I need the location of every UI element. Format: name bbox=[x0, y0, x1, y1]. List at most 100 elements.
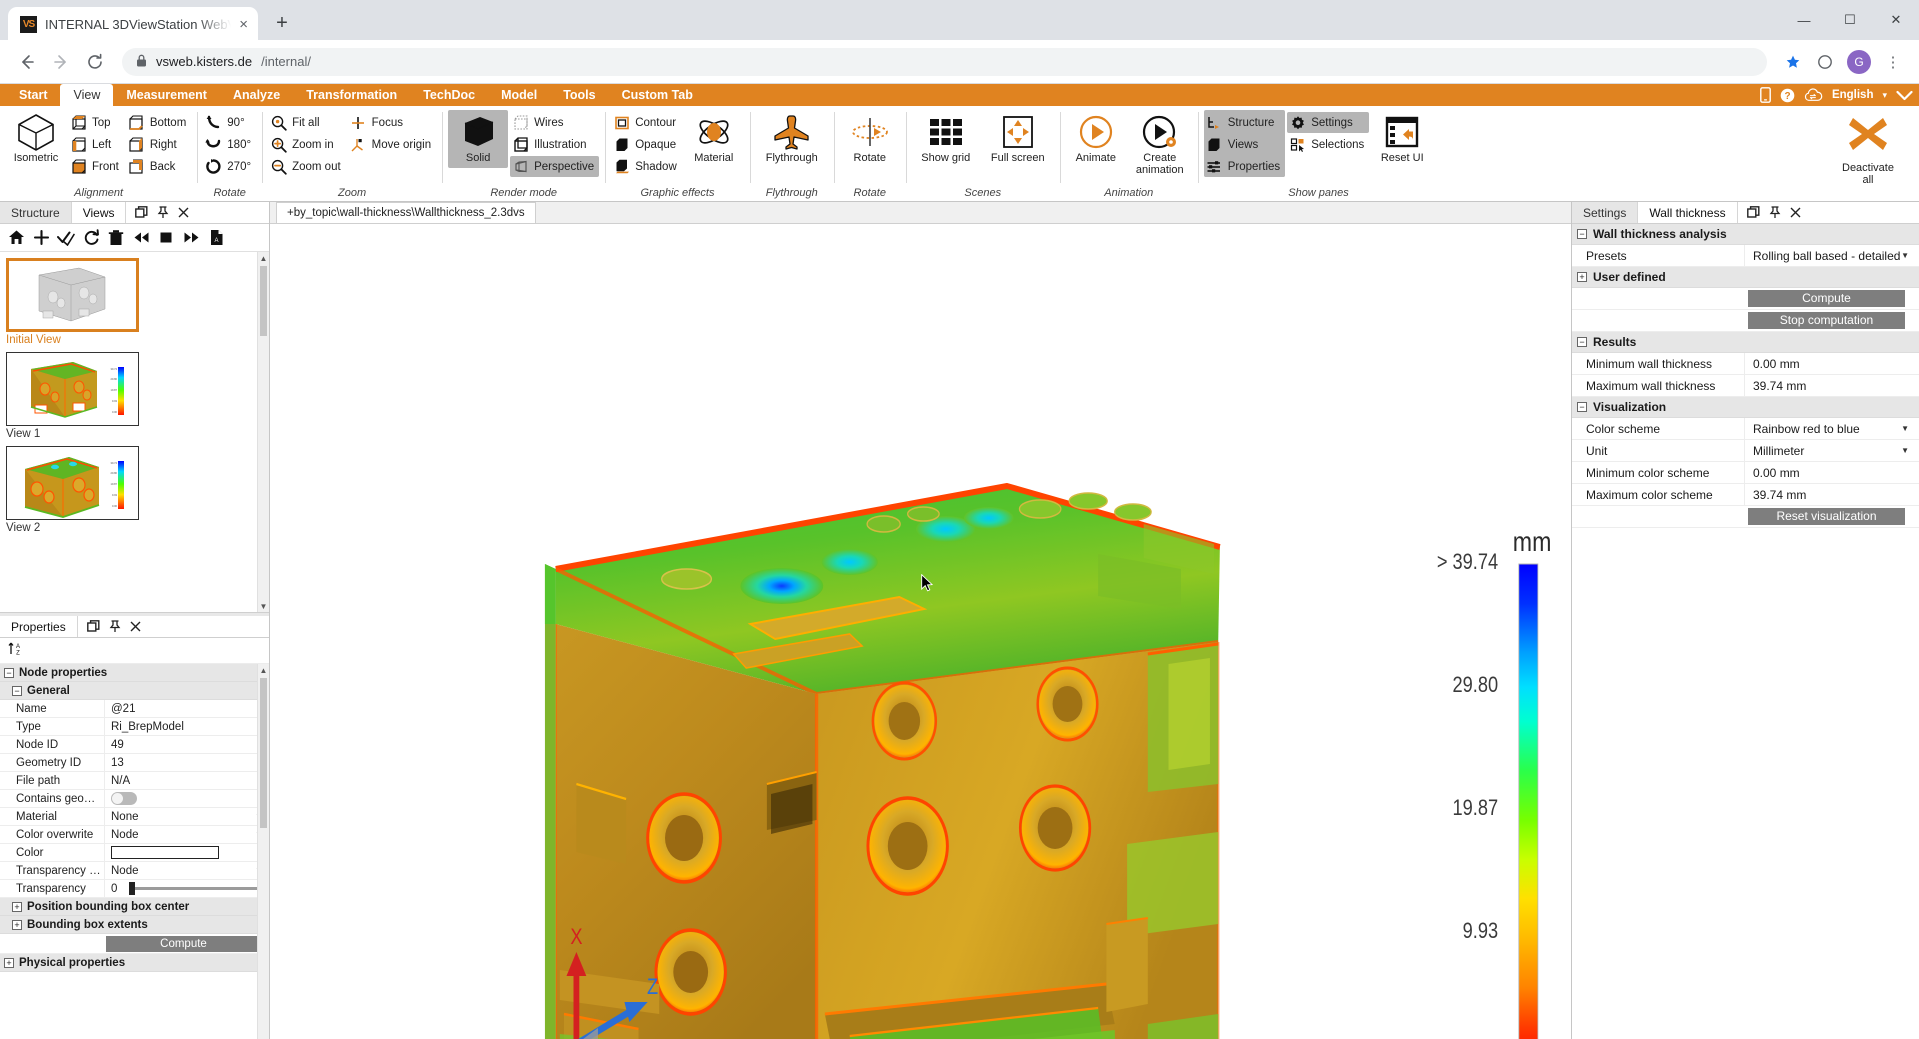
property-value[interactable]: 13 bbox=[104, 754, 269, 771]
help-icon[interactable]: ? bbox=[1780, 88, 1795, 103]
float-icon[interactable] bbox=[135, 206, 148, 219]
move-origin-button[interactable]: Move origin bbox=[348, 134, 436, 155]
next-icon[interactable] bbox=[179, 226, 203, 250]
solid-button[interactable]: Solid bbox=[448, 110, 509, 168]
apply-check-icon[interactable] bbox=[54, 226, 78, 250]
properties-scrollbar[interactable]: ▲ ▼ bbox=[257, 664, 269, 1039]
show-views-button[interactable]: Views bbox=[1203, 134, 1286, 155]
group-general[interactable]: − General bbox=[0, 682, 269, 700]
fit-all-button[interactable]: Fit all bbox=[268, 112, 346, 133]
forward-icon[interactable] bbox=[46, 47, 76, 77]
ribbon-tab-transformation[interactable]: Transformation bbox=[293, 84, 410, 106]
ribbon-tab-analyze[interactable]: Analyze bbox=[220, 84, 293, 106]
view-thumbnail-1[interactable]: 39.74 29.80 19.87 9.93 0.00 bbox=[6, 352, 139, 426]
3d-model-render[interactable]: mm > 39.74 29.80 19.87 9.93 < 0.00 X bbox=[270, 224, 1571, 1039]
material-button[interactable]: Material bbox=[684, 110, 744, 168]
scroll-up-icon[interactable]: ▲ bbox=[258, 252, 269, 264]
collapse-icon[interactable]: − bbox=[1577, 229, 1587, 239]
list-item[interactable]: Initial View bbox=[6, 258, 263, 346]
view-front-button[interactable]: Front bbox=[68, 156, 124, 177]
close-window-button[interactable]: ✕ bbox=[1873, 0, 1919, 40]
property-value[interactable]: N/A bbox=[104, 772, 269, 789]
flythrough-button[interactable]: Flythrough bbox=[756, 110, 828, 168]
property-value[interactable]: Node ▼ bbox=[104, 862, 269, 879]
3d-viewport[interactable]: mm > 39.74 29.80 19.87 9.93 < 0.00 X bbox=[270, 224, 1571, 1039]
zoom-out-button[interactable]: Zoom out bbox=[268, 156, 346, 177]
chevron-down-icon[interactable]: ▼ bbox=[1901, 424, 1909, 433]
section-results[interactable]: − Results bbox=[1572, 332, 1919, 353]
minimize-button[interactable]: — bbox=[1781, 0, 1827, 40]
full-screen-button[interactable]: Full screen bbox=[982, 110, 1054, 168]
home-icon[interactable] bbox=[4, 226, 28, 250]
address-bar[interactable]: vsweb.kisters.de/internal/ bbox=[122, 47, 1767, 76]
zoom-in-button[interactable]: Zoom in bbox=[268, 134, 346, 155]
animate-button[interactable]: Animate bbox=[1066, 110, 1126, 168]
section-wall-thickness-analysis[interactable]: − Wall thickness analysis bbox=[1572, 224, 1919, 245]
pin-icon[interactable] bbox=[157, 206, 169, 219]
float-icon[interactable] bbox=[86, 620, 100, 633]
collapse-icon[interactable]: − bbox=[1577, 402, 1587, 412]
browser-tab[interactable]: VS INTERNAL 3DViewStation WebVi... × bbox=[8, 7, 258, 41]
show-properties-button[interactable]: Properties bbox=[1203, 156, 1286, 177]
property-value[interactable]: Ri_BrepModel bbox=[104, 718, 269, 735]
view-bottom-button[interactable]: Bottom bbox=[126, 112, 191, 133]
language-label[interactable]: English bbox=[1832, 89, 1874, 101]
isometric-button[interactable]: Isometric bbox=[6, 110, 66, 168]
mobile-icon[interactable] bbox=[1760, 87, 1771, 103]
show-settings-button[interactable]: Settings bbox=[1287, 112, 1370, 133]
property-value[interactable]: None ▼ bbox=[104, 808, 269, 825]
maximize-button[interactable]: ☐ bbox=[1827, 0, 1873, 40]
export-pdf-icon[interactable]: A bbox=[204, 226, 228, 250]
show-selections-button[interactable]: Selections bbox=[1287, 134, 1369, 155]
document-tab[interactable]: +by_topic\wall-thickness\Wallthickness_2… bbox=[276, 202, 536, 223]
add-icon[interactable] bbox=[29, 226, 53, 250]
list-item[interactable]: 39.74 29.80 19.87 9.93 0.00 View 2 bbox=[6, 446, 263, 534]
rotate-90-button[interactable]: 90° bbox=[203, 112, 256, 133]
perspective-button[interactable]: Perspective bbox=[510, 156, 600, 177]
expand-icon[interactable]: + bbox=[12, 919, 22, 930]
ribbon-tab-view[interactable]: View bbox=[60, 84, 114, 106]
section-user-defined[interactable]: + User defined bbox=[1572, 267, 1919, 288]
stop-computation-button[interactable]: Stop computation bbox=[1748, 312, 1905, 329]
close-icon[interactable] bbox=[1790, 207, 1801, 218]
shadow-button[interactable]: Shadow bbox=[611, 156, 682, 177]
rotate-180-button[interactable]: 180° bbox=[203, 134, 256, 155]
min-color-scheme-value[interactable]: 0.00 mm bbox=[1744, 462, 1919, 483]
show-grid-button[interactable]: Show grid bbox=[912, 110, 980, 168]
ribbon-tab-model[interactable]: Model bbox=[488, 84, 550, 106]
list-item[interactable]: 39.74 29.80 19.87 9.93 0.00 View 1 bbox=[6, 352, 263, 440]
group-bounding-box-extents[interactable]: + Bounding box extents bbox=[0, 916, 269, 934]
group-node-properties[interactable]: − Node properties bbox=[0, 664, 269, 682]
view-left-button[interactable]: Left bbox=[68, 134, 124, 155]
expand-icon[interactable]: + bbox=[1577, 272, 1587, 282]
scroll-thumb[interactable] bbox=[260, 678, 267, 828]
ribbon-tab-techdoc[interactable]: TechDoc bbox=[410, 84, 488, 106]
property-value[interactable]: Node ▼ bbox=[104, 826, 269, 843]
stop-icon[interactable] bbox=[154, 226, 178, 250]
pane-tab-properties[interactable]: Properties bbox=[0, 616, 78, 637]
presets-dropdown[interactable]: Rolling ball based - detailed ▼ bbox=[1744, 245, 1919, 266]
opaque-button[interactable]: Opaque bbox=[611, 134, 682, 155]
property-value[interactable]: @21 bbox=[104, 700, 269, 717]
rotate-270-button[interactable]: 270° bbox=[203, 156, 256, 177]
unit-dropdown[interactable]: Millimeter ▼ bbox=[1744, 440, 1919, 461]
ribbon-tab-custom[interactable]: Custom Tab bbox=[609, 84, 706, 106]
new-tab-button[interactable]: + bbox=[268, 9, 296, 37]
pane-tab-wall-thickness[interactable]: Wall thickness bbox=[1638, 202, 1738, 223]
pane-tab-structure[interactable]: Structure bbox=[0, 202, 72, 223]
max-color-scheme-value[interactable]: 39.74 mm bbox=[1744, 484, 1919, 505]
ribbon-tab-start[interactable]: Start bbox=[6, 84, 60, 106]
ribbon-tab-measurement[interactable]: Measurement bbox=[113, 84, 220, 106]
pin-icon[interactable] bbox=[109, 620, 121, 633]
chevron-down-icon[interactable]: ▼ bbox=[1901, 251, 1909, 260]
ribbon-tab-tools[interactable]: Tools bbox=[550, 84, 608, 106]
close-tab-icon[interactable]: × bbox=[239, 17, 248, 32]
collapse-ribbon-icon[interactable] bbox=[1896, 90, 1913, 101]
cloud-sync-icon[interactable] bbox=[1804, 88, 1823, 102]
views-scrollbar[interactable]: ▲ ▼ bbox=[257, 252, 269, 612]
delete-icon[interactable] bbox=[104, 226, 128, 250]
color-scheme-dropdown[interactable]: Rainbow red to blue ▼ bbox=[1744, 418, 1919, 439]
compute-button[interactable]: Compute bbox=[1748, 290, 1905, 307]
expand-icon[interactable]: + bbox=[12, 901, 22, 912]
wires-button[interactable]: Wires bbox=[510, 112, 599, 133]
